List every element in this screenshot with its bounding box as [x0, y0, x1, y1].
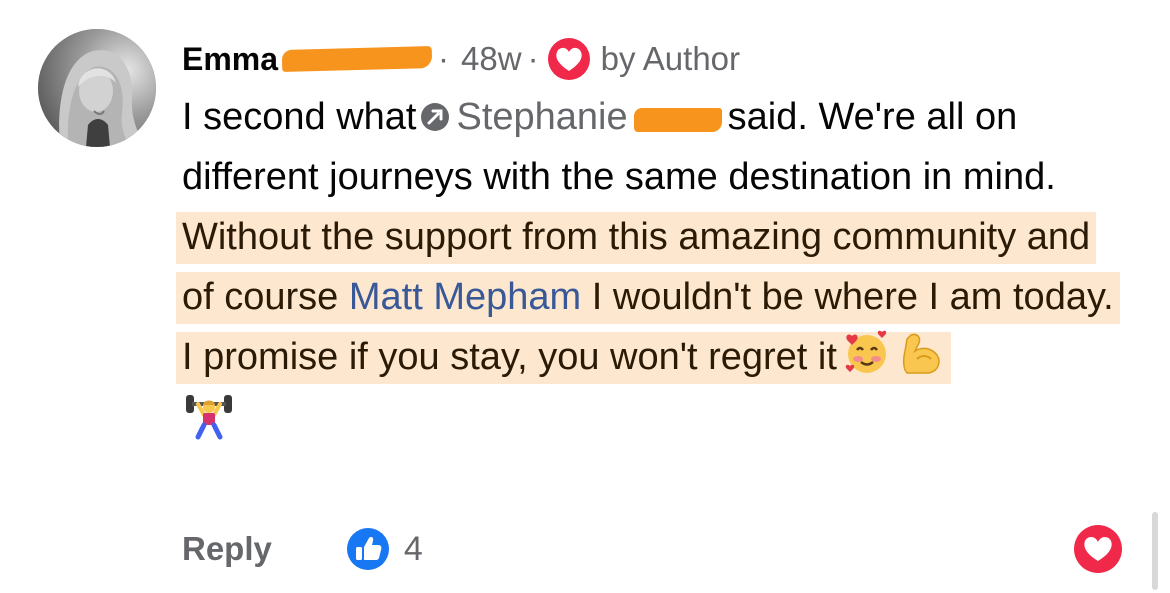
- redacted-surname: [281, 46, 433, 72]
- scrollbar[interactable]: [1152, 512, 1158, 590]
- comment-header: Emma · 48w · by Author: [182, 36, 740, 82]
- tag-icon: [421, 103, 450, 131]
- mention-link[interactable]: Stephanie: [456, 96, 627, 138]
- comment-actions: Reply 4: [182, 526, 423, 572]
- person-lifting-weights-icon: [186, 395, 232, 440]
- author-name[interactable]: Emma: [182, 41, 278, 78]
- thumbs-up-icon[interactable]: [346, 527, 390, 571]
- separator: ·: [438, 40, 450, 77]
- like-count: 4: [403, 529, 423, 568]
- comment-timestamp[interactable]: 48w: [461, 40, 522, 78]
- mention-link[interactable]: Matt Mepham: [349, 276, 581, 318]
- avatar[interactable]: [38, 29, 156, 147]
- highlighted-text: Without the support from this amazing co…: [176, 212, 1120, 384]
- flexed-biceps-icon: [902, 333, 940, 374]
- separator: ·: [527, 40, 539, 77]
- comment-card: Emma · 48w · by Author I second what Step…: [0, 0, 1170, 593]
- profile-photo-icon: [38, 29, 156, 147]
- reply-button[interactable]: Reply: [182, 530, 272, 568]
- heart-icon[interactable]: [1073, 524, 1123, 574]
- liked-by-author-label: by Author: [600, 40, 741, 77]
- redacted-surname: [633, 108, 722, 132]
- comment-body: I second what Stephanie said. We're all on…: [176, 87, 1132, 447]
- comment-text: I second what: [182, 96, 417, 138]
- heart-icon: [547, 38, 590, 80]
- smiling-face-with-hearts-icon: [845, 330, 887, 373]
